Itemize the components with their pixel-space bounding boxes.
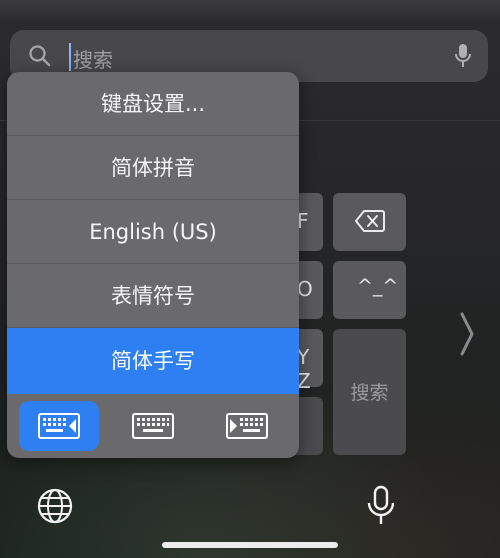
globe-icon[interactable] bbox=[37, 488, 73, 528]
chevron-right-icon[interactable] bbox=[459, 312, 475, 360]
keyboard-full-button[interactable] bbox=[113, 401, 193, 451]
emoji-face-label: ^_^ bbox=[357, 275, 399, 297]
delete-key[interactable] bbox=[333, 193, 406, 251]
keyboard-right-icon bbox=[226, 413, 268, 439]
search-key[interactable]: 搜索 bbox=[333, 329, 406, 455]
text-cursor bbox=[69, 43, 71, 71]
microphone-icon[interactable] bbox=[366, 485, 396, 531]
top-strip bbox=[0, 0, 500, 22]
keyboard-switch-menu: 键盘设置... 简体拼音 English (US) 表情符号 简体手写 bbox=[7, 72, 299, 458]
menu-item-simplified-handwriting[interactable]: 简体手写 bbox=[7, 328, 299, 394]
keyboard-left-icon bbox=[38, 413, 80, 439]
keyboard-left-button[interactable] bbox=[19, 401, 99, 451]
keyboard-right-button[interactable] bbox=[207, 401, 287, 451]
microphone-icon[interactable] bbox=[454, 43, 472, 73]
menu-item-english-us[interactable]: English (US) bbox=[7, 200, 299, 264]
delete-backspace-icon bbox=[355, 209, 385, 237]
keyboard-layout-row bbox=[7, 395, 299, 458]
search-input[interactable]: 搜索 bbox=[73, 44, 113, 73]
menu-item-simplified-pinyin[interactable]: 简体拼音 bbox=[7, 136, 299, 200]
search-key-label: 搜索 bbox=[350, 382, 389, 404]
menu-item-keyboard-settings[interactable]: 键盘设置... bbox=[7, 72, 299, 136]
emoji-face-key[interactable]: ^_^ bbox=[333, 261, 406, 319]
home-indicator[interactable] bbox=[162, 542, 338, 548]
search-icon bbox=[28, 44, 52, 72]
menu-item-emoji[interactable]: 表情符号 bbox=[7, 264, 299, 328]
keyboard-full-icon bbox=[132, 413, 174, 439]
